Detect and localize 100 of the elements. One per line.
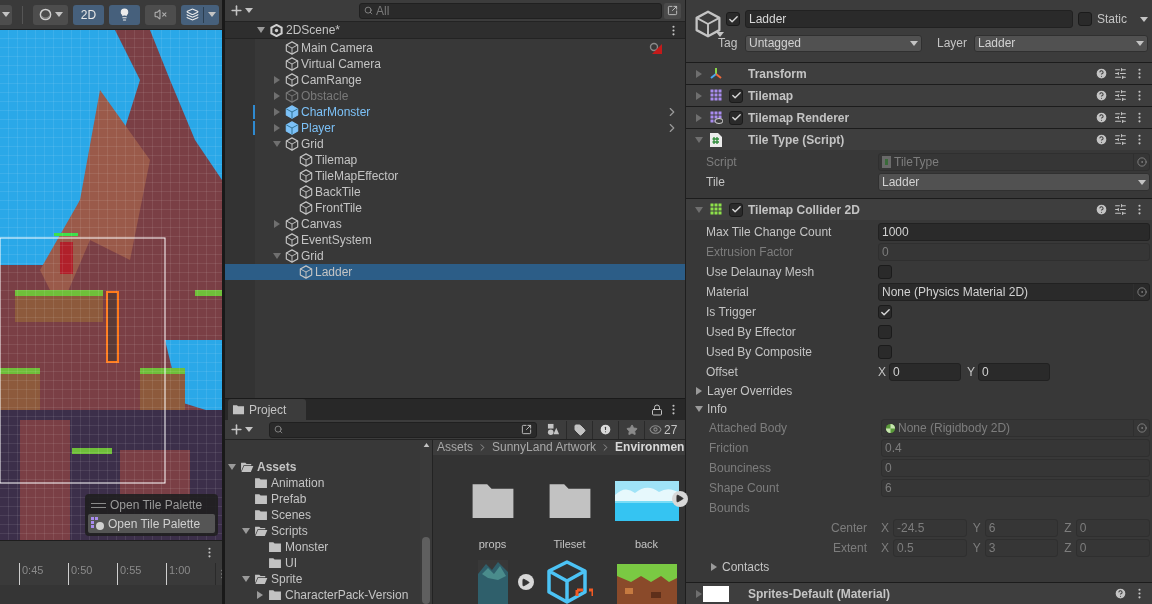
collapsed-arrow-icon[interactable] (273, 124, 281, 132)
hierarchy-item[interactable]: Grid (225, 248, 685, 264)
component-header[interactable]: Tilemap Collider 2D (686, 198, 1152, 220)
asset-item[interactable]: props (454, 476, 531, 552)
name-field[interactable]: Ladder (745, 10, 1073, 28)
text-field[interactable]: 0 (889, 363, 961, 381)
folder-item[interactable]: Animation (225, 475, 420, 491)
collapsed-arrow-icon[interactable] (695, 69, 703, 78)
expanded-arrow-icon[interactable] (273, 140, 281, 148)
asset-item[interactable]: back (608, 476, 685, 552)
layer-dropdown[interactable]: Ladder (974, 34, 1148, 52)
lighting-toggle[interactable] (109, 4, 140, 25)
play-icon[interactable] (517, 574, 534, 590)
collapsed-arrow-icon[interactable] (695, 113, 703, 122)
lock-icon[interactable] (651, 403, 663, 416)
component-header[interactable]: Tilemap (686, 84, 1152, 106)
hierarchy-item[interactable]: CharMonster (225, 104, 685, 120)
object-field[interactable]: None (Physics Material 2D) (878, 283, 1150, 301)
folder-item[interactable]: Prefab (225, 491, 420, 507)
foldout[interactable]: Layer Overrides (686, 382, 1152, 400)
collapsed-arrow-icon[interactable] (256, 591, 264, 599)
component-header[interactable]: Transform (686, 62, 1152, 84)
expanded-arrow-icon[interactable] (695, 135, 703, 144)
audio-toggle[interactable] (145, 4, 176, 25)
project-tab[interactable]: Project (228, 399, 306, 420)
folder-item[interactable]: Sprite (225, 571, 420, 587)
hierarchy-item[interactable]: Grid (225, 136, 685, 152)
hierarchy-item[interactable]: Canvas (225, 216, 685, 232)
collapsed-arrow-icon[interactable] (273, 92, 281, 100)
hierarchy-item[interactable]: TileMapEffector (225, 168, 685, 184)
component-header[interactable]: Tilemap Renderer (686, 106, 1152, 128)
collapsed-arrow-icon[interactable] (710, 563, 718, 571)
presets-icon[interactable] (1114, 111, 1127, 124)
checkbox[interactable] (878, 305, 892, 319)
collapsed-arrow-icon[interactable] (273, 76, 281, 84)
enable-checkbox[interactable] (729, 88, 743, 103)
hierarchy-item[interactable]: BackTile (225, 184, 685, 200)
breadcrumb-link[interactable]: Assets (437, 440, 473, 455)
hierarchy-item[interactable]: Virtual Camera (225, 56, 685, 72)
breadcrumb-link[interactable]: SunnyLand Artwork (492, 440, 597, 455)
folder-item[interactable]: UI (225, 555, 420, 571)
checkbox[interactable] (878, 325, 892, 339)
presets-icon[interactable] (1114, 89, 1127, 102)
scene-title[interactable]: 2DScene* (286, 21, 341, 39)
effects-dropdown[interactable] (181, 4, 219, 25)
asset-item[interactable]: Tileset (531, 476, 608, 552)
expanded-arrow-icon[interactable] (242, 527, 250, 535)
enable-checkbox[interactable] (729, 110, 743, 125)
shading-dropdown[interactable] (33, 4, 68, 25)
scrollbar[interactable] (420, 440, 432, 604)
2d-toggle[interactable]: 2D (73, 4, 104, 25)
folder-item[interactable]: Assets (225, 459, 420, 475)
foldout[interactable]: Info (686, 400, 1152, 418)
hierarchy-item[interactable]: FrontTile (225, 200, 685, 216)
expanded-arrow-icon[interactable] (695, 205, 703, 214)
help-icon[interactable] (1095, 89, 1108, 102)
help-icon[interactable] (1095, 133, 1108, 146)
open-tile-palette-button[interactable]: Open Tile Palette (88, 514, 215, 533)
folder-item[interactable]: Scenes (225, 507, 420, 523)
presets-icon[interactable] (1114, 133, 1127, 146)
visibility-button[interactable]: 27 (645, 420, 678, 439)
folder-item[interactable]: Monster (225, 539, 420, 555)
tag-dropdown[interactable]: Untagged (745, 34, 922, 52)
static-checkbox[interactable] (1078, 12, 1092, 26)
breadcrumb-link[interactable]: Environmen (615, 440, 685, 455)
expanded-arrow-icon[interactable] (228, 463, 236, 471)
collapsed-arrow-icon[interactable] (695, 387, 703, 395)
expanded-arrow-icon[interactable] (257, 26, 265, 34)
checkbox[interactable] (878, 265, 892, 279)
object-picker-icon[interactable] (1136, 287, 1147, 297)
expanded-arrow-icon[interactable] (273, 252, 281, 260)
help-icon[interactable] (1095, 67, 1108, 80)
dropdown[interactable]: Ladder (878, 173, 1150, 191)
hierarchy-item[interactable]: EventSystem (225, 232, 685, 248)
expanded-arrow-icon[interactable] (695, 405, 703, 413)
hierarchy-item[interactable]: Ladder (225, 264, 685, 280)
open-window-button[interactable] (664, 2, 681, 19)
active-checkbox[interactable] (726, 12, 740, 26)
search-field[interactable]: All (359, 2, 662, 19)
foldout[interactable]: Contacts (686, 558, 1152, 576)
hierarchy-item[interactable]: Tilemap (225, 152, 685, 168)
hierarchy-item[interactable]: Player (225, 120, 685, 136)
folder-item[interactable]: CharacterPack-Version (225, 587, 420, 603)
collapsed-arrow-icon[interactable] (695, 589, 703, 598)
collapsed-arrow-icon[interactable] (273, 108, 281, 116)
help-icon[interactable] (1095, 111, 1108, 124)
component-header[interactable]: Tile Type (Script) (686, 128, 1152, 150)
search-field[interactable] (269, 421, 537, 438)
drag-handle-icon[interactable] (91, 502, 106, 508)
view-dropdown[interactable] (0, 4, 12, 25)
folder-item[interactable]: Scripts (225, 523, 420, 539)
collapsed-arrow-icon[interactable] (273, 220, 281, 228)
component-header[interactable]: Sprites-Default (Material) (686, 582, 1152, 604)
help-icon[interactable] (1095, 203, 1108, 216)
presets-icon[interactable] (1114, 67, 1127, 80)
collapsed-arrow-icon[interactable] (695, 91, 703, 100)
presets-icon[interactable] (1114, 203, 1127, 216)
enable-checkbox[interactable] (729, 202, 743, 217)
checkbox[interactable] (878, 345, 892, 359)
expanded-arrow-icon[interactable] (242, 575, 250, 583)
